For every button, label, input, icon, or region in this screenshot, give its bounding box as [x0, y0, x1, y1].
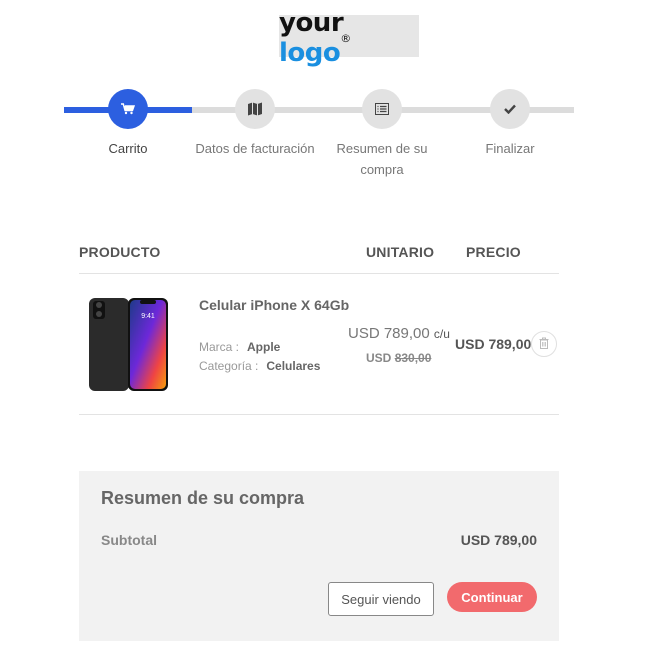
- step-carrito[interactable]: Carrito: [63, 89, 193, 159]
- continue-button[interactable]: Continuar: [447, 582, 537, 612]
- phone-clock: 9:41: [141, 313, 155, 320]
- subtotal-label: Subtotal: [101, 532, 157, 548]
- header-producto: PRODUCTO: [79, 244, 161, 260]
- unit-price: USD 789,00 c/u: [348, 325, 450, 342]
- step-finalizar[interactable]: Finalizar: [445, 89, 575, 159]
- header-precio: PRECIO: [466, 244, 521, 260]
- logo-text: your logo®: [279, 8, 351, 68]
- subtotal-value: USD 789,00: [460, 532, 537, 548]
- product-image[interactable]: 9:41: [88, 296, 170, 393]
- step-resumen[interactable]: Resumen de su compra: [317, 89, 447, 180]
- product-category: Categoría : Celulares: [199, 359, 321, 373]
- order-summary-panel: Resumen de su compra Subtotal USD 789,00…: [79, 471, 559, 641]
- old-price: USD 830,00: [366, 351, 432, 365]
- list-icon: [362, 89, 402, 129]
- check-icon: [490, 89, 530, 129]
- step-datos-facturacion[interactable]: Datos de facturación: [190, 89, 320, 159]
- summary-title: Resumen de su compra: [101, 488, 305, 508]
- product-name[interactable]: Celular iPhone X 64Gb: [199, 297, 349, 313]
- map-icon: [235, 89, 275, 129]
- table-divider-top: [79, 273, 559, 274]
- table-divider-bottom: [79, 414, 559, 415]
- line-total-price: USD 789,00: [455, 336, 532, 352]
- cart-icon: [108, 89, 148, 129]
- product-brand: Marca : Apple: [199, 340, 281, 354]
- step-label: Carrito: [108, 141, 148, 156]
- trash-icon: [539, 337, 549, 352]
- brand-logo: your logo®: [279, 8, 419, 68]
- header-unitario: UNITARIO: [366, 244, 435, 260]
- step-label: Resumen de su compra: [336, 141, 428, 177]
- continue-shopping-button[interactable]: Seguir viendo: [328, 582, 434, 616]
- step-label: Finalizar: [485, 141, 535, 156]
- step-label: Datos de facturación: [195, 141, 315, 156]
- remove-item-button[interactable]: [531, 331, 557, 357]
